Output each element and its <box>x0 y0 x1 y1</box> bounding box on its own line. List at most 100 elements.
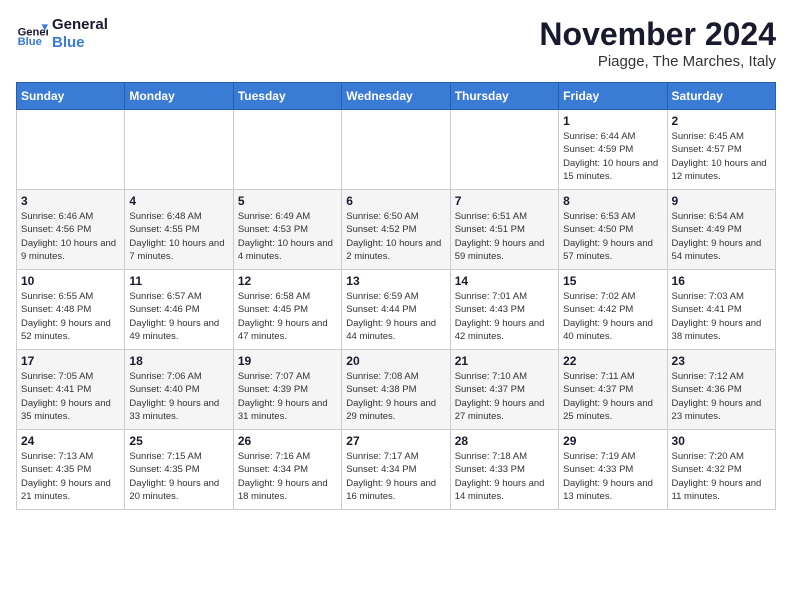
calendar-cell: 18 Sunrise: 7:06 AM Sunset: 4:40 PM Dayli… <box>125 350 233 430</box>
day-info: Sunrise: 7:12 AM Sunset: 4:36 PM Dayligh… <box>672 370 771 423</box>
day-info: Sunrise: 7:16 AM Sunset: 4:34 PM Dayligh… <box>238 450 337 503</box>
calendar-week-5: 24Sunrise: 7:13 AM Sunset: 4:35 PM Dayli… <box>17 430 776 510</box>
calendar-cell <box>233 110 341 190</box>
day-number: 23 <box>672 354 771 368</box>
calendar-cell: 22 Sunrise: 7:11 AM Sunset: 4:37 PM Dayli… <box>559 350 667 430</box>
day-number: 30 <box>672 434 771 448</box>
calendar-cell: 15 Sunrise: 7:02 AM Sunset: 4:42 PM Dayli… <box>559 270 667 350</box>
calendar-cell <box>450 110 558 190</box>
day-number: 24 <box>21 434 120 448</box>
calendar-cell: 20Sunrise: 7:08 AM Sunset: 4:38 PM Dayli… <box>342 350 450 430</box>
calendar-cell: 27 Sunrise: 7:17 AM Sunset: 4:34 PM Dayli… <box>342 430 450 510</box>
col-header-tuesday: Tuesday <box>233 83 341 110</box>
day-number: 11 <box>129 274 228 288</box>
calendar-cell: 4Sunrise: 6:48 AM Sunset: 4:55 PM Daylig… <box>125 190 233 270</box>
day-number: 14 <box>455 274 554 288</box>
calendar-cell: 25 Sunrise: 7:15 AM Sunset: 4:35 PM Dayli… <box>125 430 233 510</box>
logo-general: General <box>52 16 108 34</box>
day-info: Sunrise: 6:45 AM Sunset: 4:57 PM Dayligh… <box>672 130 771 183</box>
day-number: 25 <box>129 434 228 448</box>
calendar-body: 1 Sunrise: 6:44 AM Sunset: 4:59 PM Daylig… <box>17 110 776 510</box>
day-number: 7 <box>455 194 554 208</box>
calendar-cell: 3 Sunrise: 6:46 AM Sunset: 4:56 PM Daylig… <box>17 190 125 270</box>
day-number: 5 <box>238 194 337 208</box>
day-info: Sunrise: 7:17 AM Sunset: 4:34 PM Dayligh… <box>346 450 445 503</box>
day-number: 18 <box>129 354 228 368</box>
day-info: Sunrise: 7:01 AM Sunset: 4:43 PM Dayligh… <box>455 290 554 343</box>
calendar-cell: 9Sunrise: 6:54 AM Sunset: 4:49 PM Daylig… <box>667 190 775 270</box>
calendar-cell: 11 Sunrise: 6:57 AM Sunset: 4:46 PM Dayli… <box>125 270 233 350</box>
day-info: Sunrise: 7:07 AM Sunset: 4:39 PM Dayligh… <box>238 370 337 423</box>
day-info: Sunrise: 6:46 AM Sunset: 4:56 PM Dayligh… <box>21 210 120 263</box>
day-info: Sunrise: 7:02 AM Sunset: 4:42 PM Dayligh… <box>563 290 662 343</box>
day-number: 9 <box>672 194 771 208</box>
day-number: 20 <box>346 354 445 368</box>
calendar-cell: 13Sunrise: 6:59 AM Sunset: 4:44 PM Dayli… <box>342 270 450 350</box>
day-number: 2 <box>672 114 771 128</box>
calendar-cell: 12 Sunrise: 6:58 AM Sunset: 4:45 PM Dayli… <box>233 270 341 350</box>
day-info: Sunrise: 7:10 AM Sunset: 4:37 PM Dayligh… <box>455 370 554 423</box>
day-number: 16 <box>672 274 771 288</box>
calendar-cell: 5 Sunrise: 6:49 AM Sunset: 4:53 PM Daylig… <box>233 190 341 270</box>
day-number: 27 <box>346 434 445 448</box>
day-info: Sunrise: 6:51 AM Sunset: 4:51 PM Dayligh… <box>455 210 554 263</box>
day-info: Sunrise: 7:05 AM Sunset: 4:41 PM Dayligh… <box>21 370 120 423</box>
day-number: 8 <box>563 194 662 208</box>
calendar-cell: 14 Sunrise: 7:01 AM Sunset: 4:43 PM Dayli… <box>450 270 558 350</box>
day-number: 22 <box>563 354 662 368</box>
calendar-cell: 1 Sunrise: 6:44 AM Sunset: 4:59 PM Daylig… <box>559 110 667 190</box>
day-number: 12 <box>238 274 337 288</box>
day-number: 29 <box>563 434 662 448</box>
day-number: 10 <box>21 274 120 288</box>
day-info: Sunrise: 7:15 AM Sunset: 4:35 PM Dayligh… <box>129 450 228 503</box>
calendar-cell: 10 Sunrise: 6:55 AM Sunset: 4:48 PM Dayli… <box>17 270 125 350</box>
calendar-cell <box>17 110 125 190</box>
day-info: Sunrise: 6:53 AM Sunset: 4:50 PM Dayligh… <box>563 210 662 263</box>
calendar-cell: 21 Sunrise: 7:10 AM Sunset: 4:37 PM Dayli… <box>450 350 558 430</box>
calendar-header-row: SundayMondayTuesdayWednesdayThursdayFrid… <box>17 83 776 110</box>
day-info: Sunrise: 6:55 AM Sunset: 4:48 PM Dayligh… <box>21 290 120 343</box>
calendar-week-3: 10 Sunrise: 6:55 AM Sunset: 4:48 PM Dayli… <box>17 270 776 350</box>
calendar-cell: 7 Sunrise: 6:51 AM Sunset: 4:51 PM Daylig… <box>450 190 558 270</box>
day-info: Sunrise: 7:06 AM Sunset: 4:40 PM Dayligh… <box>129 370 228 423</box>
day-info: Sunrise: 6:49 AM Sunset: 4:53 PM Dayligh… <box>238 210 337 263</box>
calendar-cell: 17 Sunrise: 7:05 AM Sunset: 4:41 PM Dayli… <box>17 350 125 430</box>
day-number: 3 <box>21 194 120 208</box>
calendar-cell <box>125 110 233 190</box>
day-number: 26 <box>238 434 337 448</box>
logo-blue: Blue <box>52 34 108 52</box>
calendar-cell: 8 Sunrise: 6:53 AM Sunset: 4:50 PM Daylig… <box>559 190 667 270</box>
calendar-cell: 6Sunrise: 6:50 AM Sunset: 4:52 PM Daylig… <box>342 190 450 270</box>
day-number: 4 <box>129 194 228 208</box>
day-info: Sunrise: 6:58 AM Sunset: 4:45 PM Dayligh… <box>238 290 337 343</box>
calendar-cell: 23 Sunrise: 7:12 AM Sunset: 4:36 PM Dayli… <box>667 350 775 430</box>
day-info: Sunrise: 6:44 AM Sunset: 4:59 PM Dayligh… <box>563 130 662 183</box>
calendar-cell <box>342 110 450 190</box>
col-header-sunday: Sunday <box>17 83 125 110</box>
svg-text:Blue: Blue <box>18 36 42 48</box>
day-info: Sunrise: 7:18 AM Sunset: 4:33 PM Dayligh… <box>455 450 554 503</box>
page-header: General Blue General Blue November 2024 … <box>16 16 776 70</box>
day-number: 21 <box>455 354 554 368</box>
day-info: Sunrise: 7:19 AM Sunset: 4:33 PM Dayligh… <box>563 450 662 503</box>
calendar-cell: 29 Sunrise: 7:19 AM Sunset: 4:33 PM Dayli… <box>559 430 667 510</box>
day-number: 15 <box>563 274 662 288</box>
location: Piagge, The Marches, Italy <box>539 53 776 70</box>
logo-icon: General Blue <box>16 18 48 50</box>
calendar-cell: 24Sunrise: 7:13 AM Sunset: 4:35 PM Dayli… <box>17 430 125 510</box>
calendar-week-2: 3 Sunrise: 6:46 AM Sunset: 4:56 PM Daylig… <box>17 190 776 270</box>
day-number: 17 <box>21 354 120 368</box>
day-info: Sunrise: 6:57 AM Sunset: 4:46 PM Dayligh… <box>129 290 228 343</box>
col-header-monday: Monday <box>125 83 233 110</box>
day-number: 6 <box>346 194 445 208</box>
calendar-cell: 16 Sunrise: 7:03 AM Sunset: 4:41 PM Dayli… <box>667 270 775 350</box>
day-number: 28 <box>455 434 554 448</box>
calendar-week-4: 17 Sunrise: 7:05 AM Sunset: 4:41 PM Dayli… <box>17 350 776 430</box>
day-info: Sunrise: 7:03 AM Sunset: 4:41 PM Dayligh… <box>672 290 771 343</box>
logo: General Blue General Blue <box>16 16 108 52</box>
calendar-cell: 19 Sunrise: 7:07 AM Sunset: 4:39 PM Dayli… <box>233 350 341 430</box>
day-info: Sunrise: 7:20 AM Sunset: 4:32 PM Dayligh… <box>672 450 771 503</box>
day-info: Sunrise: 7:11 AM Sunset: 4:37 PM Dayligh… <box>563 370 662 423</box>
day-number: 1 <box>563 114 662 128</box>
day-number: 19 <box>238 354 337 368</box>
